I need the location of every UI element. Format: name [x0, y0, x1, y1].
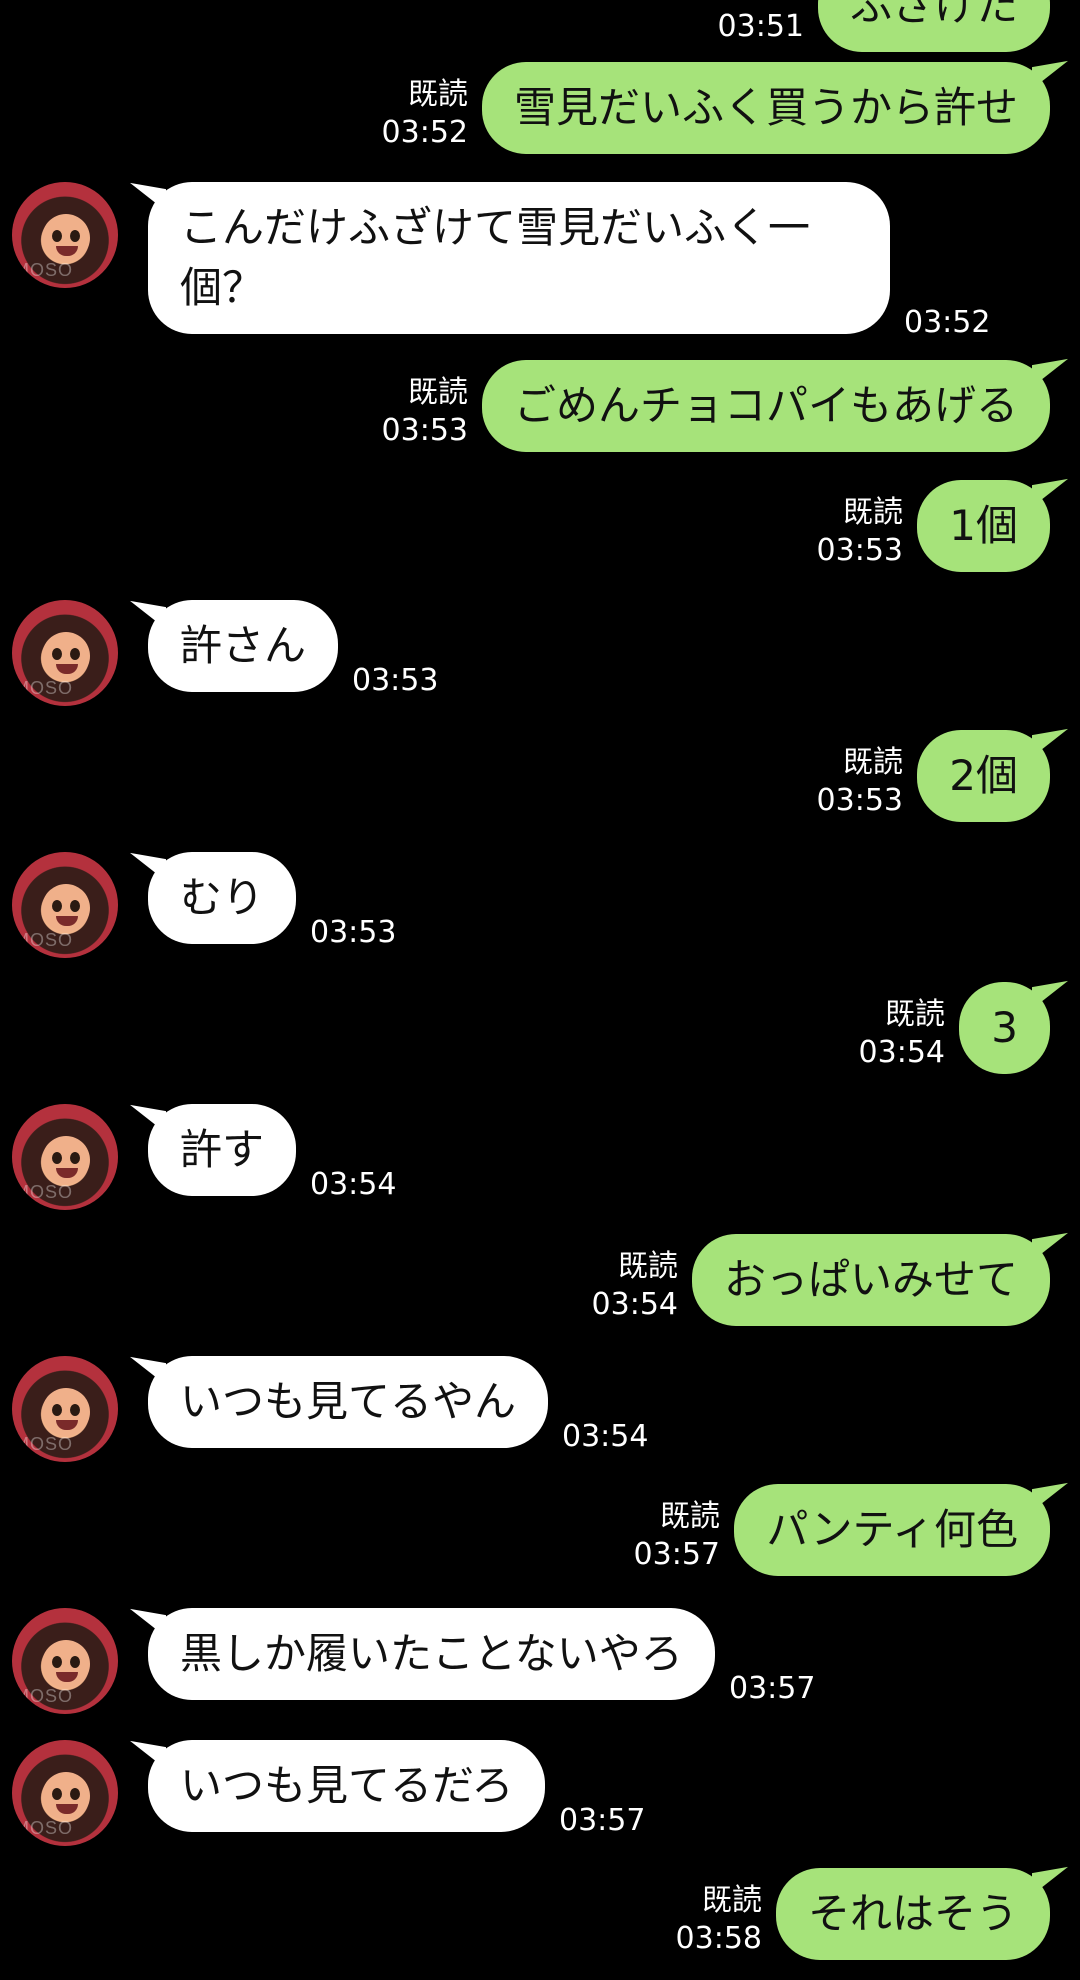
message-bubble[interactable]: 2個	[917, 730, 1050, 822]
message-bubble[interactable]: 3	[959, 982, 1050, 1074]
message-timestamp: 03:53	[381, 413, 468, 448]
message-text: ごめんチョコパイもあげる	[513, 381, 1018, 430]
message-meta: 03:54	[310, 1166, 396, 1204]
avatar-watermark: MOSO	[14, 930, 74, 950]
message-bubble[interactable]: 許さん	[148, 600, 339, 692]
read-receipt: 既読	[843, 745, 903, 780]
contact-avatar[interactable]: MOSO	[12, 182, 118, 288]
message-bubble[interactable]: むり	[148, 852, 297, 944]
message-timestamp: 03:51	[717, 9, 804, 44]
read-receipt: 既読	[885, 997, 945, 1032]
message-meta: 03:51	[718, 8, 804, 46]
chat-message-list[interactable]: ふざけた 03:51 雪見だいふく買うから許せ 既読 03:52 MOSO こんだけふざけて…	[0, 0, 1080, 1980]
read-receipt: 既読	[843, 495, 903, 530]
message-text: 黒しか履いたことないやろ	[180, 1629, 683, 1678]
message-text: ふざけた	[849, 0, 1018, 30]
avatar-watermark: MOSO	[14, 678, 74, 698]
message-meta: 既読 03:53	[382, 374, 468, 450]
message-meta: 03:57	[559, 1802, 645, 1840]
message-meta: 既読 03:58	[676, 1882, 762, 1958]
message-text: いつも見てるやん	[180, 1377, 517, 1426]
read-receipt: 既読	[408, 77, 468, 112]
contact-avatar[interactable]: MOSO	[12, 1104, 118, 1210]
message-meta: 既読 03:54	[592, 1248, 678, 1324]
message-text: 個？	[180, 263, 265, 312]
message-bubble[interactable]: 許す	[148, 1104, 297, 1196]
message-timestamp: 03:53	[352, 663, 439, 698]
message-bubble[interactable]: 1個	[917, 480, 1050, 572]
avatar-watermark: MOSO	[14, 1818, 74, 1838]
message-text: 2個	[949, 751, 1018, 800]
message-bubble[interactable]: おっぱいみせて	[691, 1234, 1050, 1326]
contact-avatar[interactable]: MOSO	[12, 600, 118, 706]
message-text: 3	[991, 1003, 1018, 1052]
message-text: むり	[180, 873, 265, 922]
message-timestamp: 03:57	[559, 1803, 646, 1838]
message-meta: 03:53	[352, 662, 438, 700]
message-text: いつも見てるだろ	[180, 1761, 514, 1810]
message-bubble[interactable]: パンティ何色	[734, 1484, 1050, 1576]
message-timestamp: 03:53	[816, 783, 903, 818]
message-meta: 既読 03:57	[634, 1498, 720, 1574]
message-bubble[interactable]: いつも見てるやん	[148, 1356, 549, 1448]
message-text: こんだけふざけて雪見だいふく一	[180, 203, 811, 252]
message-timestamp: 03:52	[381, 115, 468, 150]
contact-avatar[interactable]: MOSO	[12, 1608, 118, 1714]
message-timestamp: 03:54	[310, 1167, 397, 1202]
message-text: 許す	[180, 1125, 265, 1174]
message-meta: 既読 03:53	[817, 494, 903, 570]
message-bubble[interactable]: こんだけふざけて雪見だいふく一 個？	[148, 182, 890, 334]
message-bubble[interactable]: 雪見だいふく買うから許せ	[481, 62, 1050, 154]
message-timestamp: 03:58	[675, 1921, 762, 1956]
message-timestamp: 03:54	[858, 1035, 945, 1070]
message-meta: 03:57	[729, 1670, 815, 1708]
message-timestamp: 03:54	[562, 1419, 649, 1454]
contact-avatar[interactable]: MOSO	[12, 1356, 118, 1462]
message-text: おっぱいみせて	[723, 1255, 1018, 1304]
message-timestamp: 03:57	[633, 1537, 720, 1572]
message-bubble[interactable]: それはそう	[775, 1868, 1050, 1960]
read-receipt: 既読	[618, 1249, 678, 1284]
avatar-watermark: MOSO	[14, 1434, 74, 1454]
message-text: 雪見だいふく買うから許せ	[513, 83, 1018, 132]
message-bubble[interactable]: ふざけた	[817, 0, 1050, 52]
message-text: それはそう	[807, 1889, 1018, 1938]
message-timestamp: 03:57	[729, 1671, 816, 1706]
message-meta: 03:54	[562, 1418, 648, 1456]
message-text: パンティ何色	[766, 1505, 1018, 1554]
message-meta: 03:52	[904, 304, 990, 342]
read-receipt: 既読	[408, 375, 468, 410]
contact-avatar[interactable]: MOSO	[12, 1740, 118, 1846]
message-bubble[interactable]: いつも見てるだろ	[148, 1740, 546, 1832]
avatar-watermark: MOSO	[14, 260, 74, 280]
message-meta: 03:53	[310, 914, 396, 952]
avatar-watermark: MOSO	[14, 1686, 74, 1706]
message-meta: 既読 03:52	[382, 76, 468, 152]
message-timestamp: 03:52	[904, 305, 991, 340]
read-receipt: 既読	[660, 1499, 720, 1534]
contact-avatar[interactable]: MOSO	[12, 852, 118, 958]
message-timestamp: 03:53	[816, 533, 903, 568]
message-bubble[interactable]: 黒しか履いたことないやろ	[148, 1608, 715, 1700]
message-timestamp: 03:54	[591, 1287, 678, 1322]
message-text: 許さん	[180, 621, 307, 670]
message-bubble[interactable]: ごめんチョコパイもあげる	[481, 360, 1050, 452]
message-meta: 既読 03:53	[817, 744, 903, 820]
message-text: 1個	[949, 501, 1018, 550]
message-meta: 既読 03:54	[859, 996, 945, 1072]
read-receipt: 既読	[702, 1883, 762, 1918]
avatar-watermark: MOSO	[14, 1182, 74, 1202]
message-timestamp: 03:53	[310, 915, 397, 950]
